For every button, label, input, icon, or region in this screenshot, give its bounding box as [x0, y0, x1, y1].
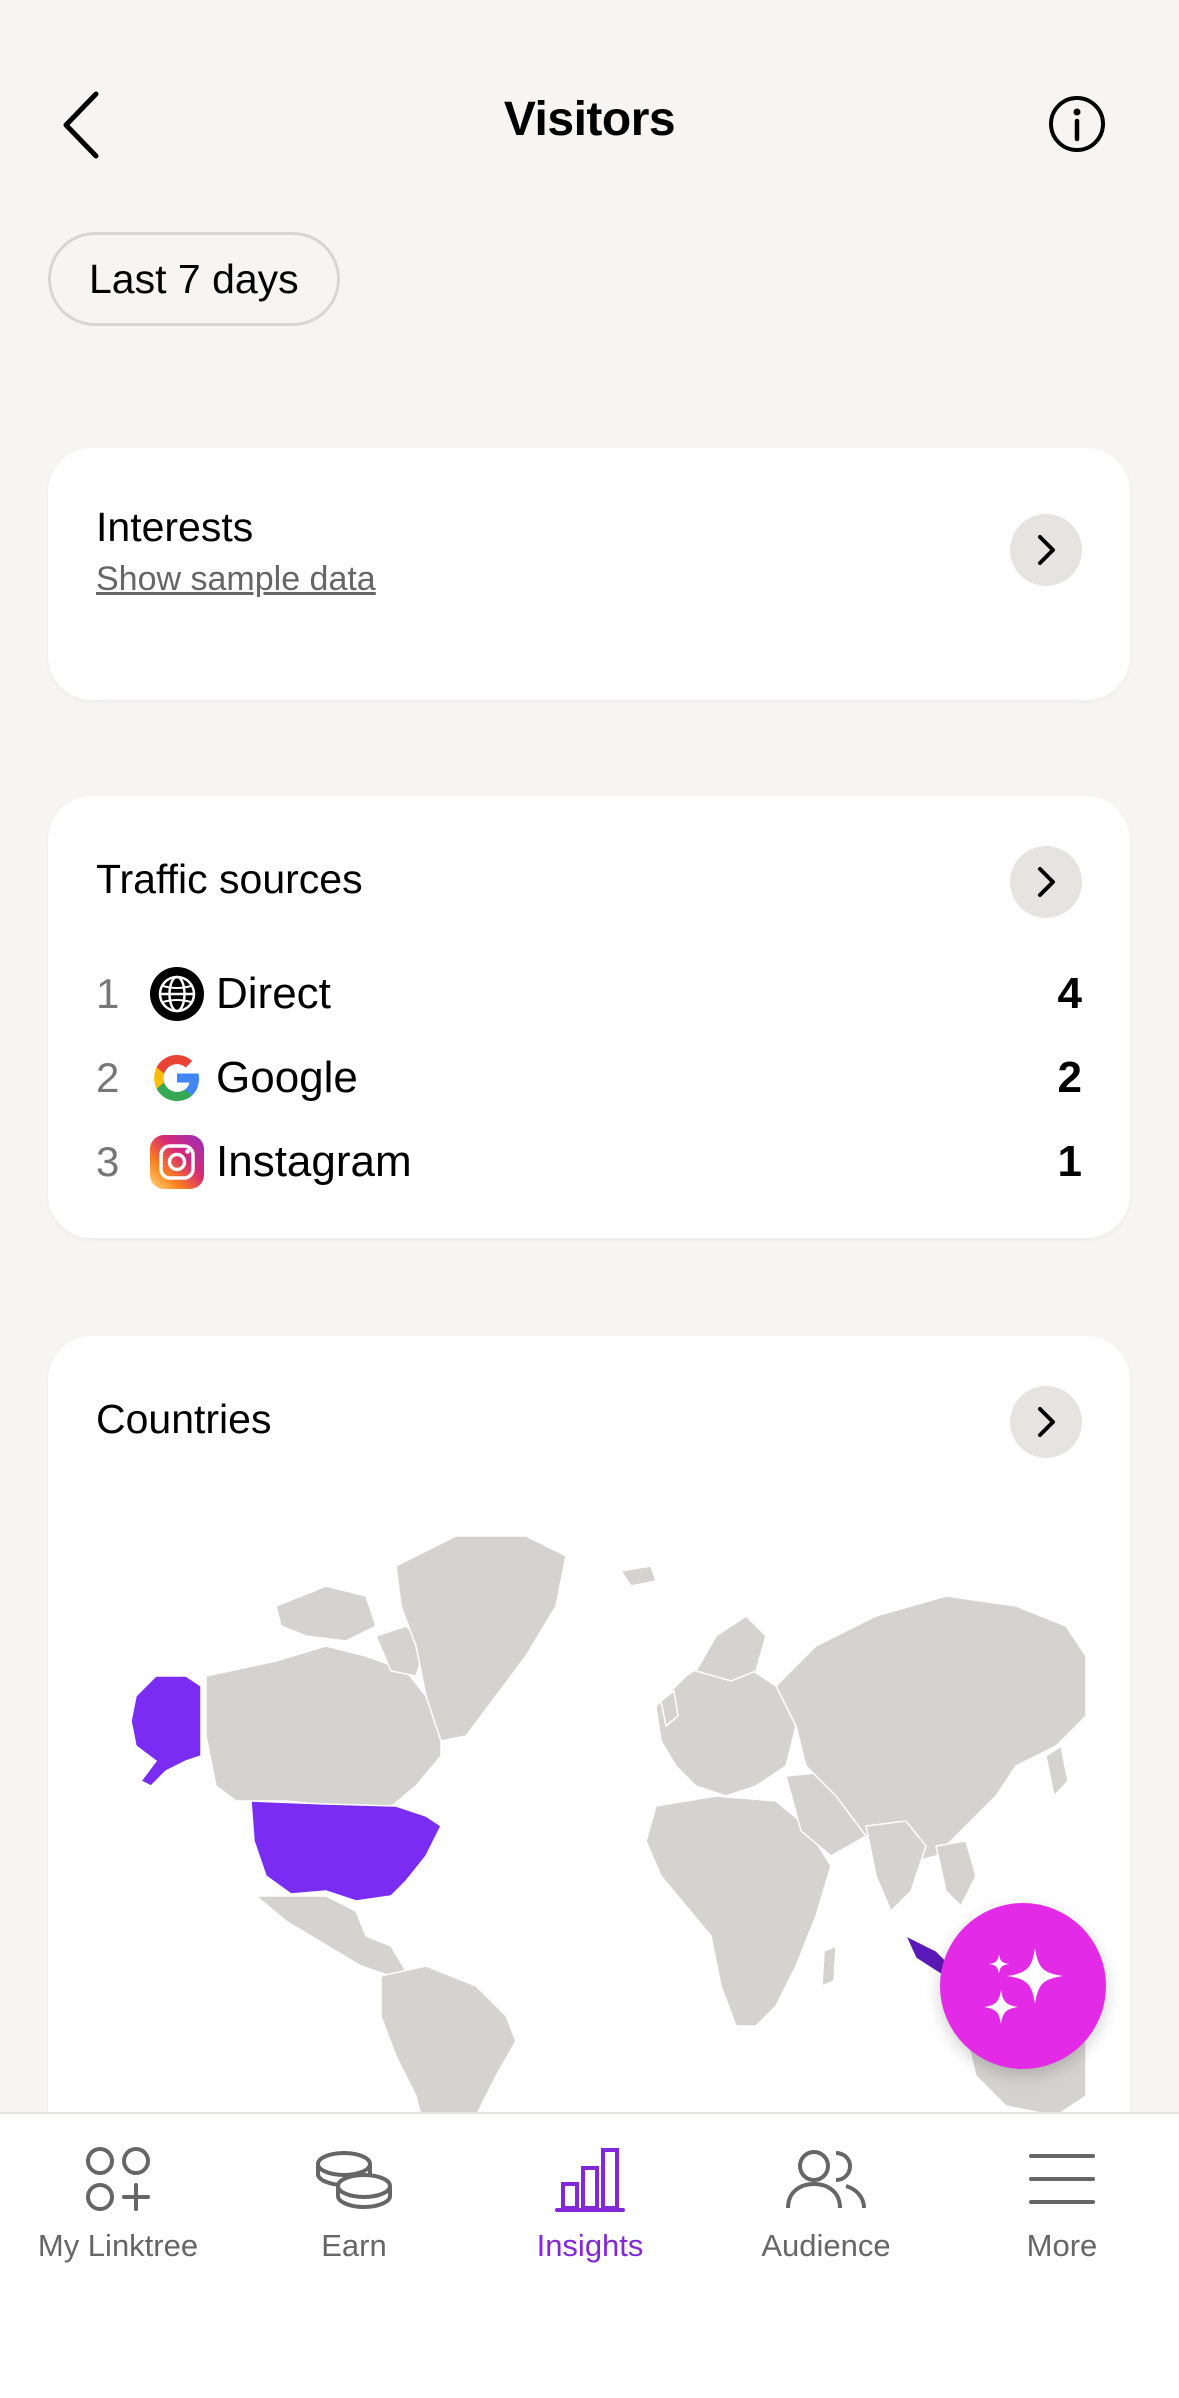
- instagram-icon: [150, 1135, 204, 1189]
- header: Visitors: [0, 0, 1179, 240]
- map-region-scandinavia: [694, 1615, 767, 1682]
- source-rank: 2: [96, 1054, 120, 1101]
- nav-item-my-linktree[interactable]: My Linktree: [0, 2144, 236, 2304]
- nav-item-more[interactable]: More: [944, 2144, 1179, 2304]
- nav-item-earn[interactable]: Earn: [236, 2144, 472, 2304]
- date-range-label: Last 7 days: [89, 255, 299, 302]
- world-map: [130, 1535, 1086, 2136]
- sparkles-icon: [984, 1948, 1063, 2024]
- page-title: Visitors: [503, 93, 676, 146]
- google-icon: [150, 1051, 204, 1105]
- coins-icon: [316, 2151, 392, 2210]
- interests-title: Interests: [96, 504, 254, 550]
- source-count: 2: [1057, 1053, 1082, 1102]
- map-region-alaska: [130, 1675, 202, 1787]
- linktree-icon: [86, 2147, 150, 2211]
- map-region-iceland: [619, 1565, 657, 1587]
- info-button[interactable]: [1047, 94, 1107, 154]
- people-icon: [786, 2150, 866, 2209]
- bar-chart-icon: [555, 2148, 625, 2212]
- chevron-right-icon: [1038, 1407, 1055, 1437]
- ai-assistant-button[interactable]: [940, 1903, 1106, 2069]
- source-name: Google: [216, 1053, 358, 1102]
- nav-label: More: [1026, 2228, 1098, 2263]
- countries-open-button[interactable]: [1010, 1386, 1082, 1458]
- source-name: Instagram: [216, 1137, 412, 1186]
- source-name: Direct: [216, 969, 331, 1018]
- source-count: 1: [1057, 1137, 1082, 1186]
- source-rank: 3: [96, 1138, 120, 1185]
- info-icon: [1049, 96, 1105, 152]
- countries-card[interactable]: Countries: [48, 1336, 1130, 2176]
- nav-label: Earn: [321, 2228, 387, 2263]
- traffic-source-row[interactable]: 2 Google 2: [96, 1043, 1082, 1113]
- globe-icon: [150, 967, 204, 1021]
- map-region-arctic-islands: [275, 1585, 377, 1642]
- traffic-sources-open-button[interactable]: [1010, 846, 1082, 918]
- traffic-source-row[interactable]: 3 Instagram 1: [96, 1127, 1082, 1197]
- map-region-madagascar: [821, 1944, 837, 1988]
- nav-label: My Linktree: [37, 2228, 199, 2263]
- date-range-filter[interactable]: Last 7 days: [48, 232, 340, 326]
- interests-open-button[interactable]: [1010, 514, 1082, 586]
- nav-item-insights[interactable]: Insights: [472, 2144, 708, 2304]
- show-sample-data-link[interactable]: Show sample data: [96, 560, 376, 599]
- menu-icon: [1029, 2154, 1095, 2204]
- countries-title: Countries: [96, 1396, 272, 1442]
- traffic-sources-card[interactable]: Traffic sources 1 Direct 4 2 Google 2 3 …: [48, 796, 1130, 1238]
- bottom-nav: My Linktree Earn Insights Audience More: [0, 2112, 1179, 2398]
- nav-label: Insights: [536, 2228, 644, 2263]
- nav-item-audience[interactable]: Audience: [708, 2144, 944, 2304]
- source-rank: 1: [96, 970, 120, 1017]
- map-region-mexico: [253, 1895, 408, 1977]
- map-region-southeast-asia: [935, 1840, 977, 1908]
- map-region-india: [865, 1820, 927, 1913]
- interests-card[interactable]: Interests Show sample data: [48, 448, 1130, 700]
- traffic-source-row[interactable]: 1 Direct 4: [96, 959, 1082, 1029]
- chevron-right-icon: [1038, 535, 1055, 565]
- map-region-japan: [1045, 1744, 1069, 1798]
- chevron-right-icon: [1038, 867, 1055, 897]
- nav-label: Audience: [761, 2228, 891, 2263]
- map-region-south-america: [380, 1965, 517, 2136]
- traffic-sources-title: Traffic sources: [96, 856, 363, 902]
- map-region-united-states: [250, 1800, 442, 1902]
- source-count: 4: [1057, 969, 1082, 1018]
